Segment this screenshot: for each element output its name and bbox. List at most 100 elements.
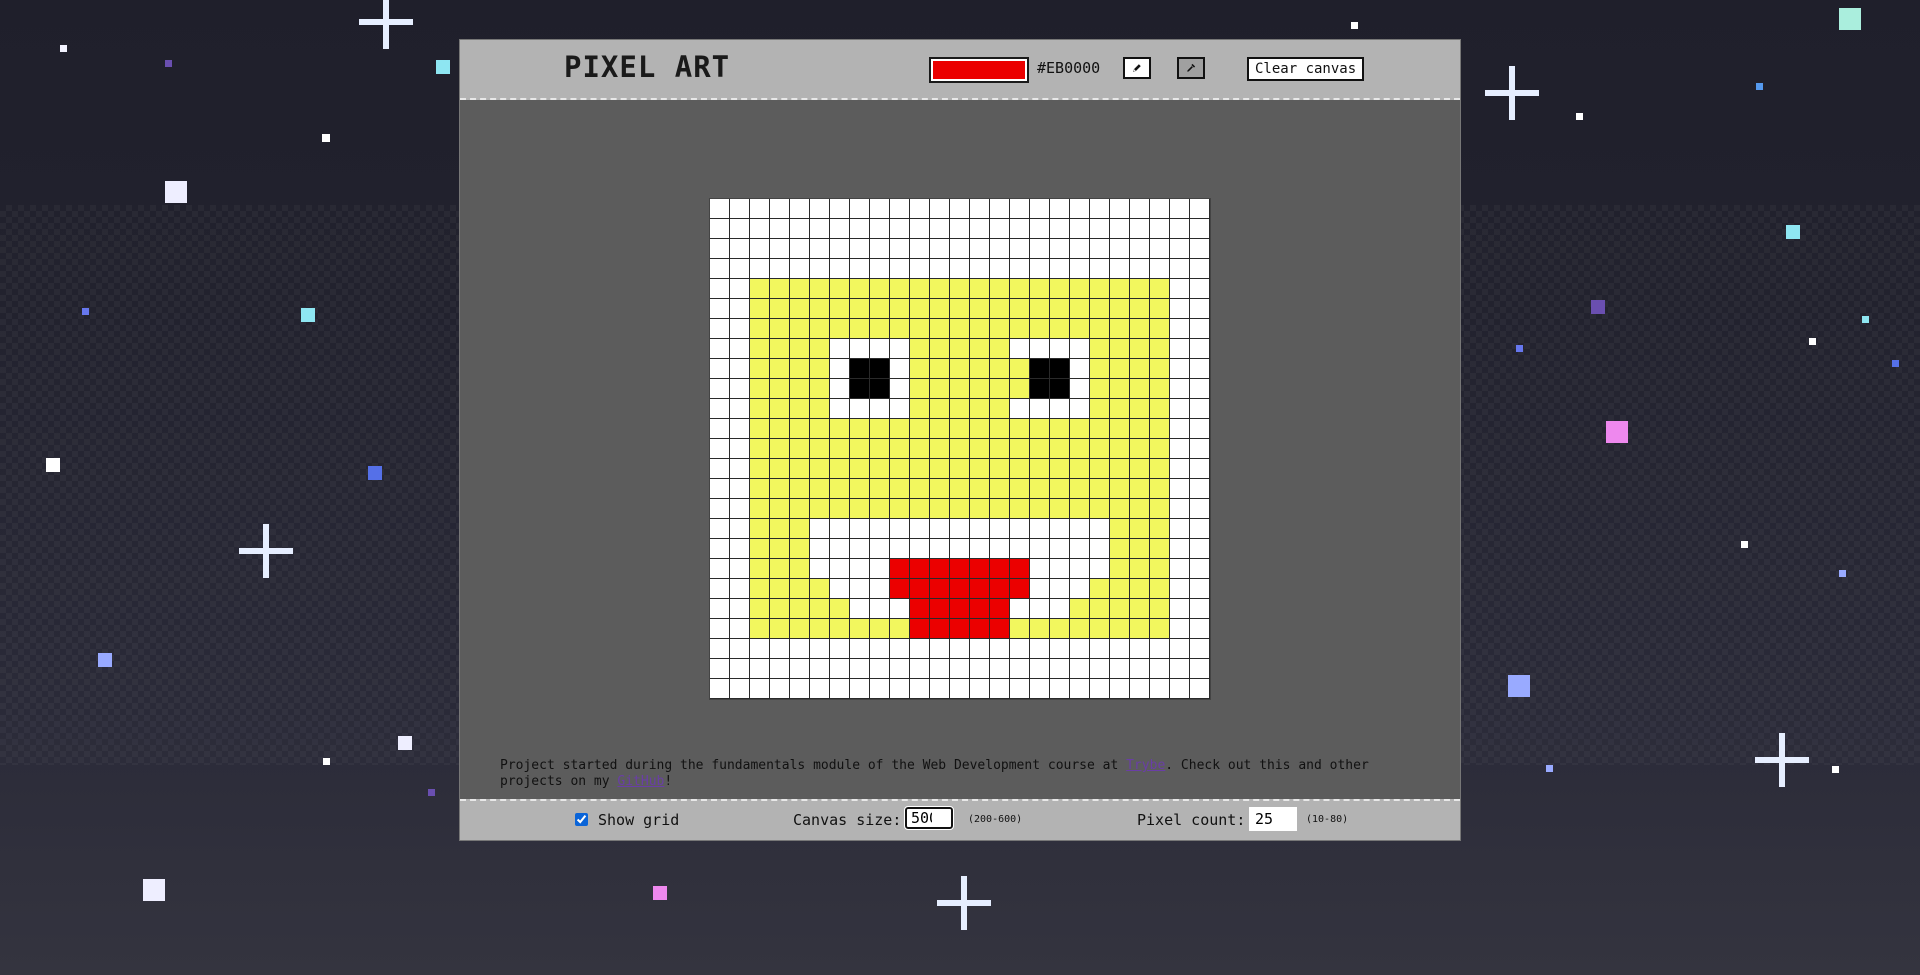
pixel-cell[interactable] bbox=[1010, 419, 1030, 439]
pixel-cell[interactable] bbox=[1070, 419, 1090, 439]
pixel-cell[interactable] bbox=[970, 659, 990, 679]
pixel-cell[interactable] bbox=[910, 199, 930, 219]
pixel-cell[interactable] bbox=[1090, 219, 1110, 239]
pixel-cell[interactable] bbox=[950, 499, 970, 519]
color-picker-tool-button[interactable] bbox=[1177, 57, 1205, 79]
pixel-cell[interactable] bbox=[790, 539, 810, 559]
pixel-cell[interactable] bbox=[1090, 359, 1110, 379]
pixel-cell[interactable] bbox=[1190, 519, 1210, 539]
pixel-cell[interactable] bbox=[890, 539, 910, 559]
pixel-cell[interactable] bbox=[1130, 459, 1150, 479]
pixel-cell[interactable] bbox=[710, 519, 730, 539]
pixel-cell[interactable] bbox=[1170, 599, 1190, 619]
pixel-cell[interactable] bbox=[930, 579, 950, 599]
pixel-cell[interactable] bbox=[890, 459, 910, 479]
pixel-cell[interactable] bbox=[770, 399, 790, 419]
pixel-cell[interactable] bbox=[810, 499, 830, 519]
pixel-cell[interactable] bbox=[950, 599, 970, 619]
pixel-cell[interactable] bbox=[1090, 619, 1110, 639]
pixel-cell[interactable] bbox=[1110, 299, 1130, 319]
pixel-cell[interactable] bbox=[750, 379, 770, 399]
pixel-cell[interactable] bbox=[1150, 639, 1170, 659]
pixel-cell[interactable] bbox=[790, 619, 810, 639]
pixel-cell[interactable] bbox=[1030, 199, 1050, 219]
pixel-cell[interactable] bbox=[1190, 339, 1210, 359]
pixel-cell[interactable] bbox=[990, 359, 1010, 379]
pixel-cell[interactable] bbox=[890, 319, 910, 339]
pixel-cell[interactable] bbox=[1190, 299, 1210, 319]
pixel-cell[interactable] bbox=[710, 259, 730, 279]
pixel-cell[interactable] bbox=[1130, 499, 1150, 519]
pixel-cell[interactable] bbox=[970, 619, 990, 639]
show-grid-checkbox[interactable] bbox=[575, 813, 588, 826]
pixel-cell[interactable] bbox=[1030, 479, 1050, 499]
pixel-cell[interactable] bbox=[790, 679, 810, 699]
pixel-cell[interactable] bbox=[970, 359, 990, 379]
pixel-cell[interactable] bbox=[1110, 599, 1130, 619]
pixel-cell[interactable] bbox=[1030, 219, 1050, 239]
pixel-cell[interactable] bbox=[1190, 579, 1210, 599]
pixel-cell[interactable] bbox=[1070, 339, 1090, 359]
pixel-cell[interactable] bbox=[890, 419, 910, 439]
pixel-cell[interactable] bbox=[1150, 599, 1170, 619]
pixel-cell[interactable] bbox=[770, 379, 790, 399]
pixel-cell[interactable] bbox=[1010, 239, 1030, 259]
pixel-cell[interactable] bbox=[1010, 459, 1030, 479]
pixel-cell[interactable] bbox=[810, 559, 830, 579]
pixel-cell[interactable] bbox=[770, 559, 790, 579]
pixel-cell[interactable] bbox=[910, 459, 930, 479]
pixel-cell[interactable] bbox=[1070, 679, 1090, 699]
pixel-cell[interactable] bbox=[930, 619, 950, 639]
pixel-cell[interactable] bbox=[890, 479, 910, 499]
pixel-cell[interactable] bbox=[810, 599, 830, 619]
pixel-cell[interactable] bbox=[970, 279, 990, 299]
pixel-cell[interactable] bbox=[710, 679, 730, 699]
pixel-cell[interactable] bbox=[930, 499, 950, 519]
pixel-cell[interactable] bbox=[1090, 679, 1110, 699]
pixel-cell[interactable] bbox=[750, 199, 770, 219]
trybe-link[interactable]: Trybe bbox=[1126, 758, 1165, 773]
pixel-cell[interactable] bbox=[850, 279, 870, 299]
pixel-cell[interactable] bbox=[1090, 499, 1110, 519]
pixel-cell[interactable] bbox=[810, 339, 830, 359]
pixel-cell[interactable] bbox=[850, 439, 870, 459]
pixel-cell[interactable] bbox=[1070, 279, 1090, 299]
pixel-count-input[interactable] bbox=[1249, 807, 1297, 831]
pixel-cell[interactable] bbox=[830, 439, 850, 459]
pixel-cell[interactable] bbox=[1030, 679, 1050, 699]
pixel-cell[interactable] bbox=[950, 459, 970, 479]
pixel-cell[interactable] bbox=[1110, 399, 1130, 419]
pixel-cell[interactable] bbox=[1190, 239, 1210, 259]
pixel-cell[interactable] bbox=[1190, 659, 1210, 679]
pixel-cell[interactable] bbox=[1130, 279, 1150, 299]
pixel-cell[interactable] bbox=[1090, 399, 1110, 419]
pixel-cell[interactable] bbox=[1110, 239, 1130, 259]
pixel-cell[interactable] bbox=[750, 259, 770, 279]
pixel-cell[interactable] bbox=[1090, 239, 1110, 259]
pixel-cell[interactable] bbox=[870, 439, 890, 459]
pixel-cell[interactable] bbox=[1190, 539, 1210, 559]
pixel-cell[interactable] bbox=[730, 219, 750, 239]
pixel-cell[interactable] bbox=[1110, 359, 1130, 379]
pixel-cell[interactable] bbox=[1050, 319, 1070, 339]
pixel-cell[interactable] bbox=[990, 659, 1010, 679]
pixel-cell[interactable] bbox=[990, 639, 1010, 659]
pixel-cell[interactable] bbox=[930, 239, 950, 259]
pixel-cell[interactable] bbox=[1010, 199, 1030, 219]
pixel-cell[interactable] bbox=[1130, 639, 1150, 659]
pixel-cell[interactable] bbox=[1170, 619, 1190, 639]
pixel-cell[interactable] bbox=[890, 239, 910, 259]
pixel-cell[interactable] bbox=[850, 419, 870, 439]
pixel-cell[interactable] bbox=[1150, 279, 1170, 299]
pixel-cell[interactable] bbox=[710, 559, 730, 579]
pixel-cell[interactable] bbox=[1070, 539, 1090, 559]
pixel-cell[interactable] bbox=[1010, 259, 1030, 279]
pixel-cell[interactable] bbox=[790, 399, 810, 419]
pixel-cell[interactable] bbox=[950, 319, 970, 339]
pixel-cell[interactable] bbox=[790, 279, 810, 299]
pixel-cell[interactable] bbox=[950, 199, 970, 219]
pixel-cell[interactable] bbox=[970, 539, 990, 559]
pixel-cell[interactable] bbox=[1050, 419, 1070, 439]
pixel-cell[interactable] bbox=[1190, 619, 1210, 639]
pixel-cell[interactable] bbox=[1110, 459, 1130, 479]
